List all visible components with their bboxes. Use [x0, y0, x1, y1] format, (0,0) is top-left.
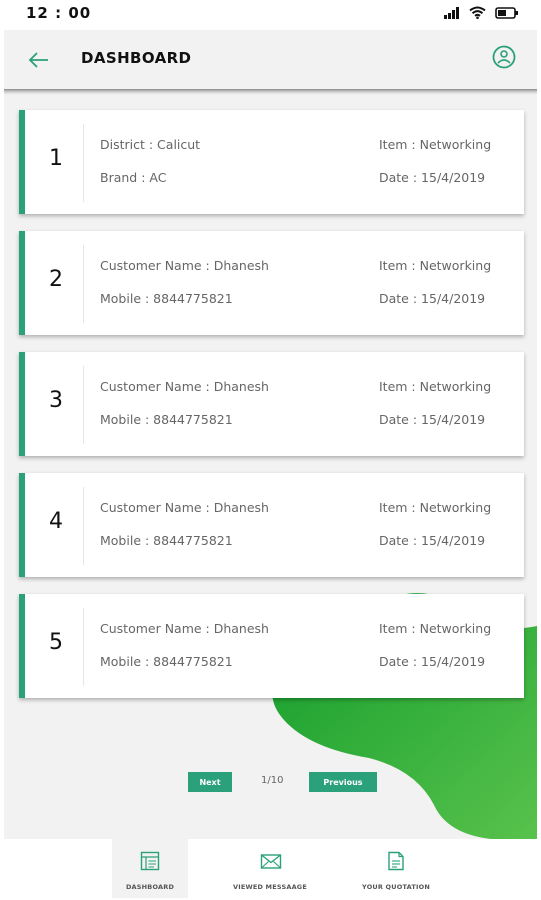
card-mobile: Mobile : 8844775821: [100, 291, 233, 306]
card-number: 4: [49, 509, 63, 534]
card-number: 2: [49, 267, 63, 292]
previous-button[interactable]: Previous: [309, 772, 377, 792]
card-item: Item : Networking: [379, 621, 492, 636]
card-item: Item : Networking: [379, 500, 492, 515]
card-divider: [83, 366, 84, 444]
card-customer-name: Customer Name : Dhanesh: [100, 500, 269, 515]
list-card[interactable]: 4 Customer Name : Dhanesh Mobile : 88447…: [19, 473, 524, 577]
card-divider: [83, 245, 84, 323]
card-date: Date : 15/4/2019: [379, 412, 486, 427]
card-date: Date : 15/4/2019: [379, 654, 486, 669]
status-bar: 12 : 00: [0, 0, 541, 28]
list-card[interactable]: 1 District : Calicut Brand : AC Item : N…: [19, 110, 524, 214]
card-divider: [83, 487, 84, 565]
status-icons: [444, 6, 519, 19]
document-icon: [388, 851, 404, 871]
page-indicator: 1/10: [261, 775, 284, 786]
list-card[interactable]: 5 Customer Name : Dhanesh Mobile : 88447…: [19, 594, 524, 698]
app-screen: DASHBOARD 1 District : Calicut Brand : A…: [4, 30, 537, 898]
envelope-icon: [260, 854, 282, 869]
nav-label-viewed-message: VIEWED MESSAAGE: [233, 883, 307, 891]
card-district: District : Calicut: [100, 137, 201, 152]
nav-item-viewed-message[interactable]: VIEWED MESSAAGE: [228, 839, 312, 898]
card-number: 3: [49, 388, 63, 413]
card-date: Date : 15/4/2019: [379, 291, 486, 306]
card-divider: [83, 608, 84, 686]
next-button[interactable]: Next: [188, 772, 232, 792]
app-header: DASHBOARD: [4, 30, 537, 89]
header-shadow: [4, 89, 537, 95]
card-mobile: Mobile : 8844775821: [100, 654, 233, 669]
card-customer-name: Customer Name : Dhanesh: [100, 379, 269, 394]
card-item: Item : Networking: [379, 379, 492, 394]
list-card[interactable]: 3 Customer Name : Dhanesh Mobile : 88447…: [19, 352, 524, 456]
card-customer-name: Customer Name : Dhanesh: [100, 621, 269, 636]
card-item: Item : Networking: [379, 137, 492, 152]
card-date: Date : 15/4/2019: [379, 170, 486, 185]
card-brand: Brand : AC: [100, 170, 167, 185]
card-date: Date : 15/4/2019: [379, 533, 486, 548]
back-arrow-icon[interactable]: [26, 47, 52, 73]
dashboard-icon: [140, 851, 160, 871]
nav-label-your-quotation: YOUR QUOTATION: [362, 883, 430, 891]
card-number: 1: [49, 146, 63, 171]
card-mobile: Mobile : 8844775821: [100, 412, 233, 427]
status-time: 12 : 00: [26, 4, 92, 22]
nav-item-your-quotation[interactable]: YOUR QUOTATION: [356, 839, 436, 898]
list-card[interactable]: 2 Customer Name : Dhanesh Mobile : 88447…: [19, 231, 524, 335]
signal-icon: [444, 6, 459, 19]
nav-item-dashboard[interactable]: DASHBOARD: [112, 839, 188, 898]
card-number: 5: [49, 630, 63, 655]
wifi-icon: [469, 6, 486, 19]
battery-icon: [495, 6, 518, 19]
card-item: Item : Networking: [379, 258, 492, 273]
bottom-nav: DASHBOARD VIEWED MESSAAGE YOUR QUOTATION: [4, 839, 537, 898]
card-mobile: Mobile : 8844775821: [100, 533, 233, 548]
card-customer-name: Customer Name : Dhanesh: [100, 258, 269, 273]
page-title: DASHBOARD: [81, 49, 192, 67]
card-divider: [83, 124, 84, 202]
nav-label-dashboard: DASHBOARD: [125, 883, 175, 891]
profile-icon[interactable]: [491, 44, 517, 70]
